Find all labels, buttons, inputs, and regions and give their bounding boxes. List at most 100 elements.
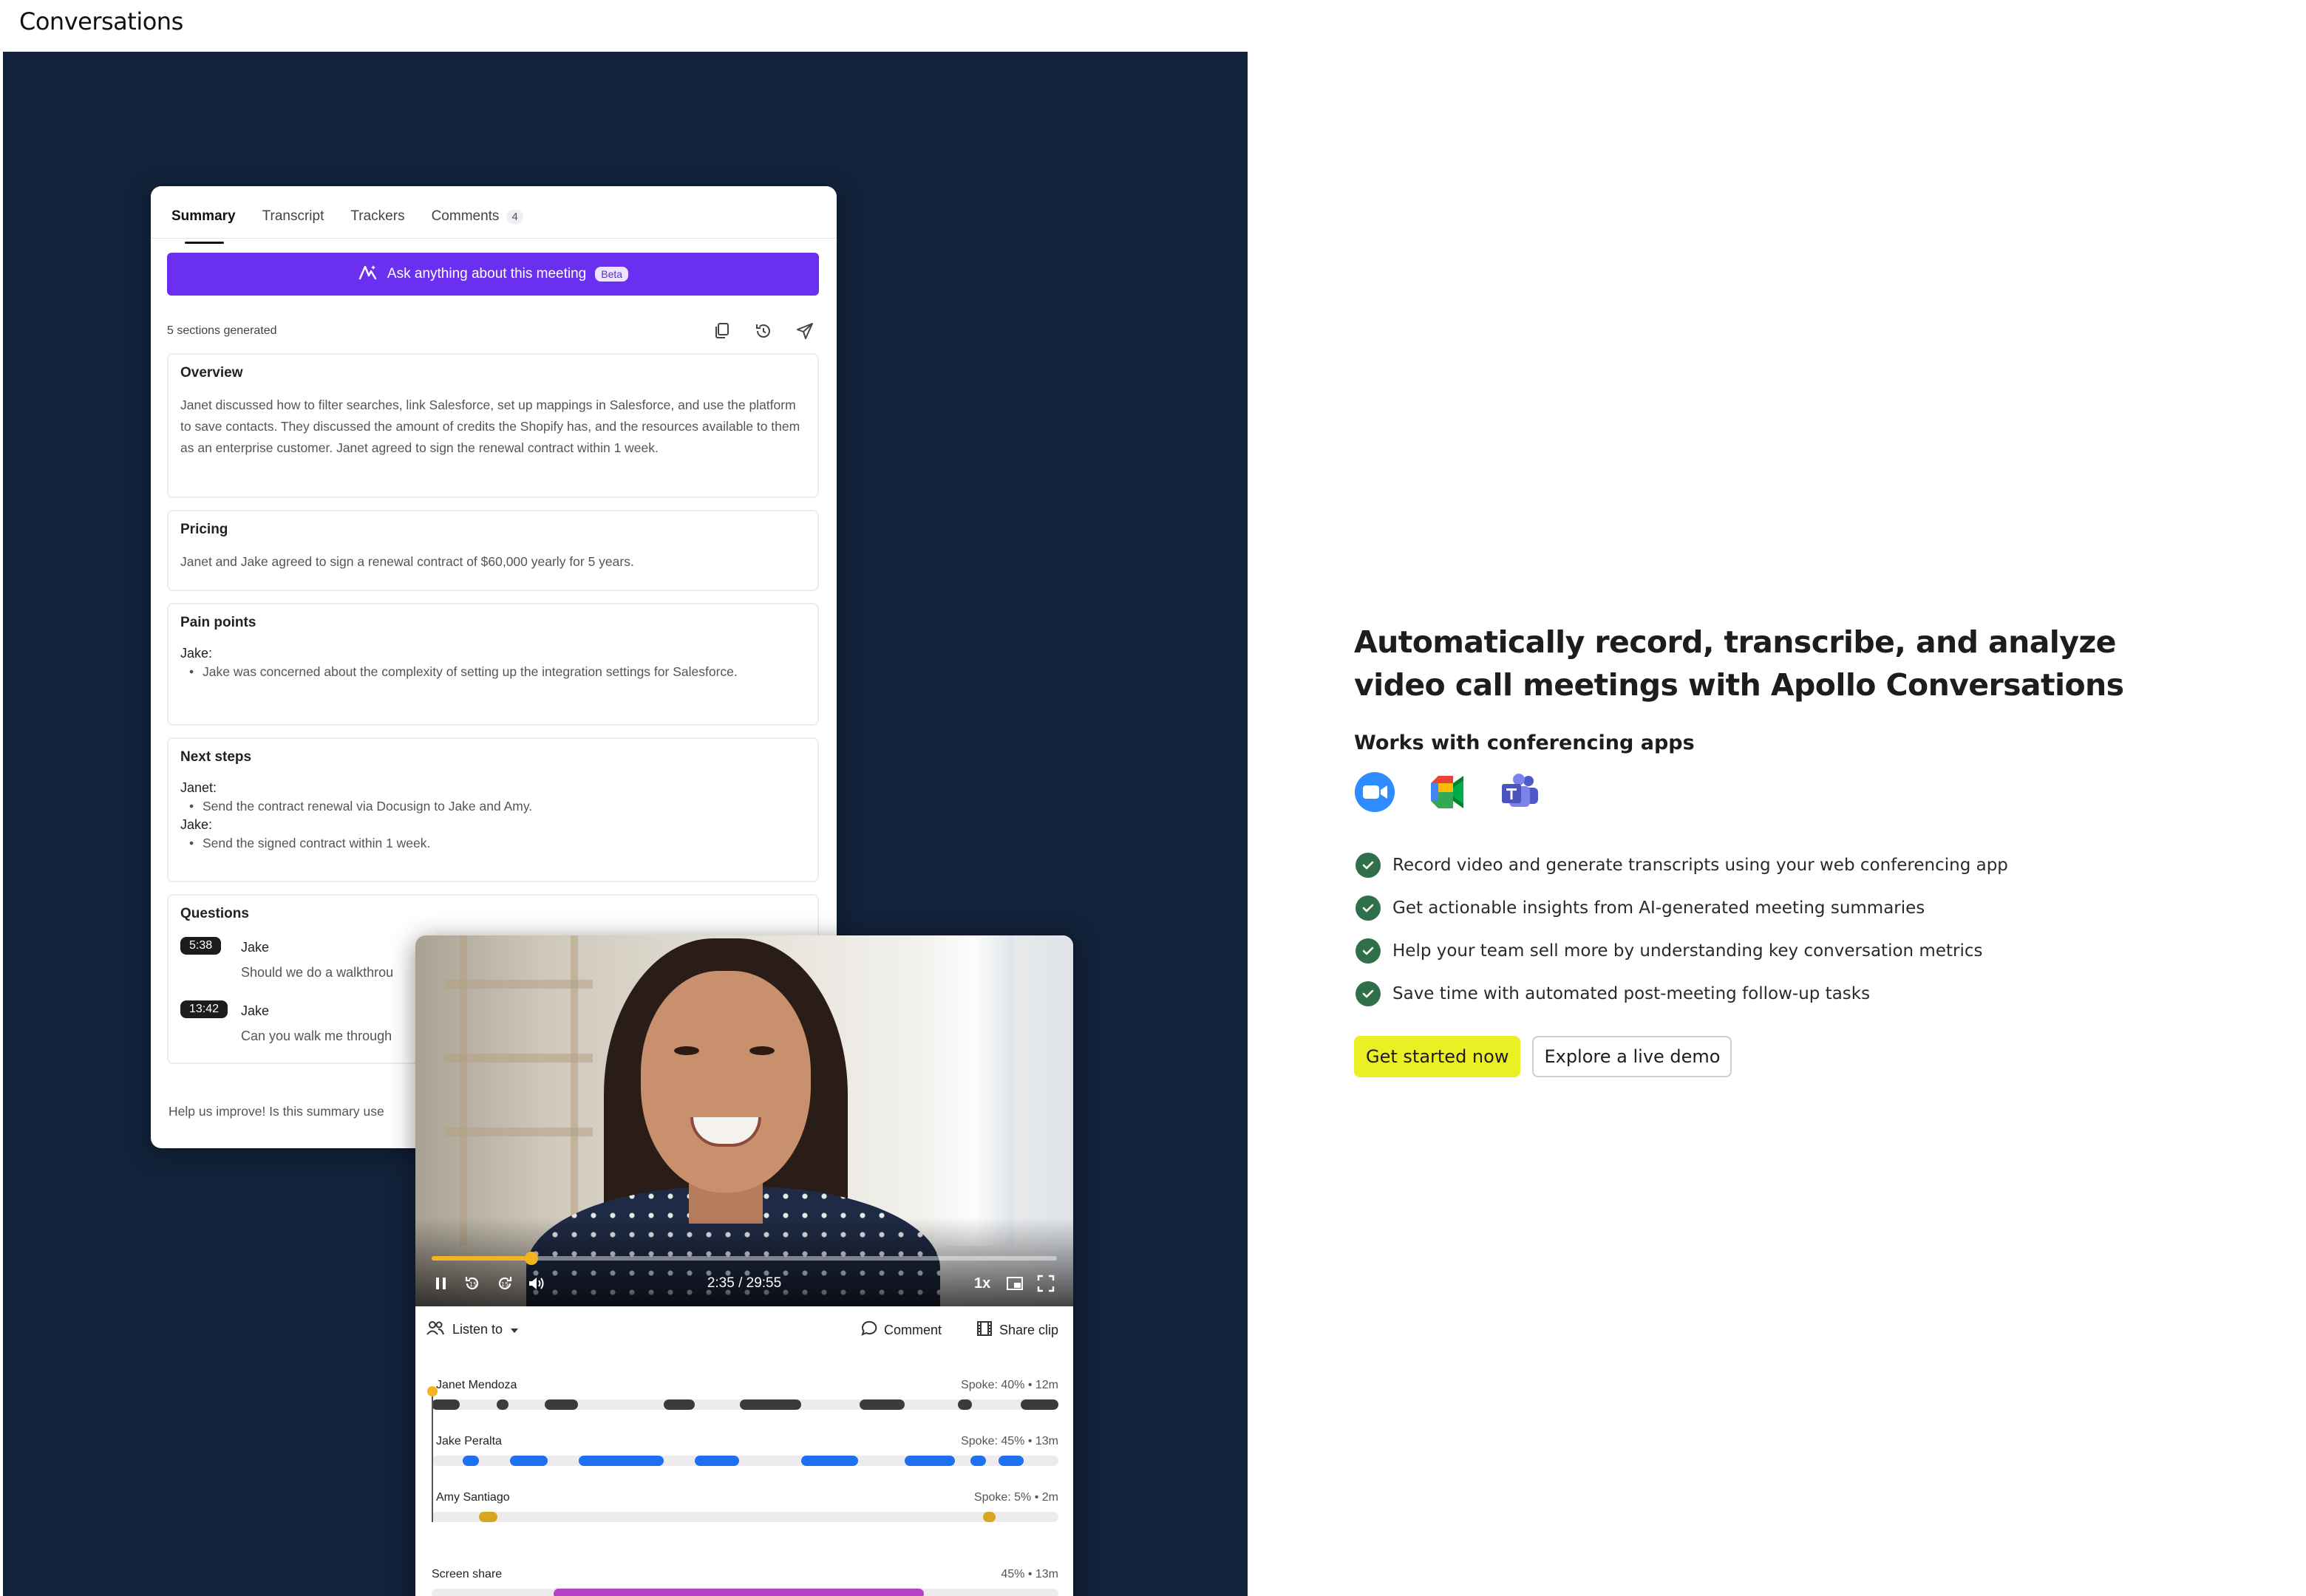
playback-speed-button[interactable]: 1x bbox=[974, 1275, 990, 1292]
pain-points-section: Pain points Jake: Jake was concerned abo… bbox=[167, 603, 819, 726]
feature-text: Help your team sell more by understandin… bbox=[1392, 941, 1983, 961]
feature-item: Get actionable insights from AI-generate… bbox=[1356, 887, 2008, 930]
speaker-timeline-amy: Amy Santiago Spoke: 5% • 2m bbox=[432, 1491, 1058, 1547]
tab-summary[interactable]: Summary bbox=[171, 202, 236, 244]
ask-meeting-button[interactable]: Ask anything about this meeting Beta bbox=[167, 253, 819, 296]
picture-in-picture-icon[interactable] bbox=[1004, 1272, 1026, 1295]
forward-15-icon[interactable]: 15 bbox=[494, 1272, 516, 1295]
tab-transcript[interactable]: Transcript bbox=[262, 202, 324, 235]
speaker-track[interactable] bbox=[432, 1456, 1058, 1466]
live-demo-button[interactable]: Explore a live demo bbox=[1532, 1036, 1732, 1077]
speaking-segment[interactable] bbox=[663, 1399, 695, 1410]
sections-generated-text: 5 sections generated bbox=[167, 324, 277, 337]
speaking-segment[interactable] bbox=[463, 1456, 479, 1466]
speaking-segment[interactable] bbox=[544, 1399, 578, 1410]
speaking-segment[interactable] bbox=[695, 1456, 739, 1466]
comment-label: Comment bbox=[884, 1323, 942, 1337]
video-frame[interactable]: 15 15 2:35 / 29:55 1x bbox=[415, 935, 1073, 1306]
background-shelf bbox=[571, 935, 578, 1246]
feature-item: Save time with automated post-meeting fo… bbox=[1356, 972, 2008, 1015]
next-steps-section: Next steps Janet: Send the contract rene… bbox=[167, 737, 819, 882]
speaker-track[interactable] bbox=[432, 1399, 1058, 1410]
screen-share-timeline: Screen share 45% • 13m bbox=[432, 1568, 1058, 1596]
speaking-segment[interactable] bbox=[860, 1399, 905, 1410]
speaking-segment[interactable] bbox=[432, 1399, 460, 1410]
fullscreen-icon[interactable] bbox=[1035, 1272, 1057, 1295]
speaking-segment[interactable] bbox=[983, 1512, 996, 1522]
tab-comments[interactable]: Comments 4 bbox=[432, 202, 523, 235]
listen-to-label: Listen to bbox=[452, 1322, 503, 1337]
bullet-item: Jake was concerned about the complexity … bbox=[180, 661, 786, 683]
playhead-handle[interactable] bbox=[427, 1386, 438, 1396]
speaking-segment[interactable] bbox=[579, 1456, 664, 1466]
speaker-timeline-janet: Janet Mendoza Spoke: 40% • 12m bbox=[432, 1379, 1058, 1435]
background-curtain bbox=[933, 935, 1014, 1246]
person-eye bbox=[749, 1046, 775, 1055]
share-clip-label: Share clip bbox=[999, 1323, 1059, 1337]
overview-section: Overview Janet discussed how to filter s… bbox=[167, 353, 819, 498]
volume-icon[interactable] bbox=[525, 1272, 547, 1295]
speaking-segment[interactable] bbox=[999, 1456, 1024, 1466]
generation-row: 5 sections generated bbox=[167, 316, 819, 346]
ask-button-label: Ask anything about this meeting bbox=[387, 266, 587, 282]
player-toolbar: Listen to Comment Share clip bbox=[426, 1320, 1063, 1349]
question-timestamp[interactable]: 13:42 bbox=[180, 1000, 228, 1018]
section-title: Next steps bbox=[180, 749, 252, 765]
summary-actions bbox=[712, 321, 814, 341]
video-controls: 15 15 2:35 / 29:55 1x bbox=[430, 1272, 1058, 1297]
comment-icon bbox=[860, 1320, 878, 1341]
check-circle-icon bbox=[1356, 938, 1381, 964]
question-timestamp[interactable]: 5:38 bbox=[180, 937, 222, 955]
rewind-15-icon[interactable]: 15 bbox=[461, 1272, 483, 1295]
speaking-segment[interactable] bbox=[970, 1456, 987, 1466]
feature-list: Record video and generate transcripts us… bbox=[1356, 844, 2008, 1015]
speaker-name: Jake Peralta bbox=[436, 1435, 502, 1447]
speaking-segment[interactable] bbox=[554, 1589, 924, 1596]
copy-icon[interactable] bbox=[712, 321, 732, 341]
share-clip-button[interactable]: Share clip bbox=[976, 1320, 1058, 1341]
question-text: Can you walk me through bbox=[241, 1029, 392, 1043]
svg-text:15: 15 bbox=[501, 1281, 509, 1288]
chevron-down-icon bbox=[510, 1322, 519, 1337]
pause-icon[interactable] bbox=[430, 1272, 452, 1295]
section-title: Questions bbox=[180, 906, 249, 921]
speaking-segment[interactable] bbox=[1021, 1399, 1058, 1410]
speaking-segment[interactable] bbox=[478, 1512, 498, 1522]
video-progress-fill bbox=[432, 1256, 532, 1261]
speaker-track[interactable] bbox=[432, 1512, 1058, 1522]
screen-share-stat: 45% • 13m bbox=[1001, 1568, 1058, 1580]
person-face bbox=[641, 971, 811, 1193]
regenerate-history-icon[interactable] bbox=[754, 321, 773, 341]
section-text: Janet discussed how to filter searches, … bbox=[180, 398, 800, 455]
tab-label: Summary bbox=[171, 208, 236, 224]
works-with-heading: Works with conferencing apps bbox=[1354, 732, 1695, 754]
speaker-name: Amy Santiago bbox=[436, 1491, 510, 1504]
film-icon bbox=[976, 1320, 993, 1341]
get-started-button[interactable]: Get started now bbox=[1354, 1036, 1521, 1077]
speaking-segment[interactable] bbox=[510, 1456, 548, 1466]
speaking-segment[interactable] bbox=[740, 1399, 802, 1410]
speaking-segment[interactable] bbox=[801, 1456, 858, 1466]
video-progress-bar[interactable] bbox=[432, 1252, 1057, 1265]
feature-text: Save time with automated post-meeting fo… bbox=[1392, 984, 1871, 1003]
listen-to-dropdown[interactable]: Listen to bbox=[426, 1320, 519, 1340]
speaking-segment[interactable] bbox=[905, 1456, 956, 1466]
speaker-label: Janet: bbox=[180, 780, 217, 795]
marketing-headline: Automatically record, transcribe, and an… bbox=[1354, 624, 2124, 703]
send-icon[interactable] bbox=[795, 321, 814, 341]
feature-item: Help your team sell more by understandin… bbox=[1356, 930, 2008, 972]
section-title: Pain points bbox=[180, 615, 256, 630]
speaking-segment[interactable] bbox=[958, 1399, 972, 1410]
speaking-segment[interactable] bbox=[497, 1399, 509, 1410]
feature-text: Get actionable insights from AI-generate… bbox=[1392, 898, 1925, 918]
tab-trackers[interactable]: Trackers bbox=[350, 202, 404, 235]
microsoft-teams-icon bbox=[1499, 771, 1540, 813]
screen-share-track[interactable] bbox=[432, 1589, 1058, 1596]
bullet-item: Send the signed contract within 1 week. bbox=[180, 833, 806, 854]
section-title: Overview bbox=[180, 365, 243, 381]
zoom-icon bbox=[1354, 771, 1395, 813]
check-circle-icon bbox=[1356, 853, 1381, 878]
feature-item: Record video and generate transcripts us… bbox=[1356, 844, 2008, 887]
comment-button[interactable]: Comment bbox=[860, 1320, 942, 1341]
beta-badge: Beta bbox=[595, 267, 629, 282]
